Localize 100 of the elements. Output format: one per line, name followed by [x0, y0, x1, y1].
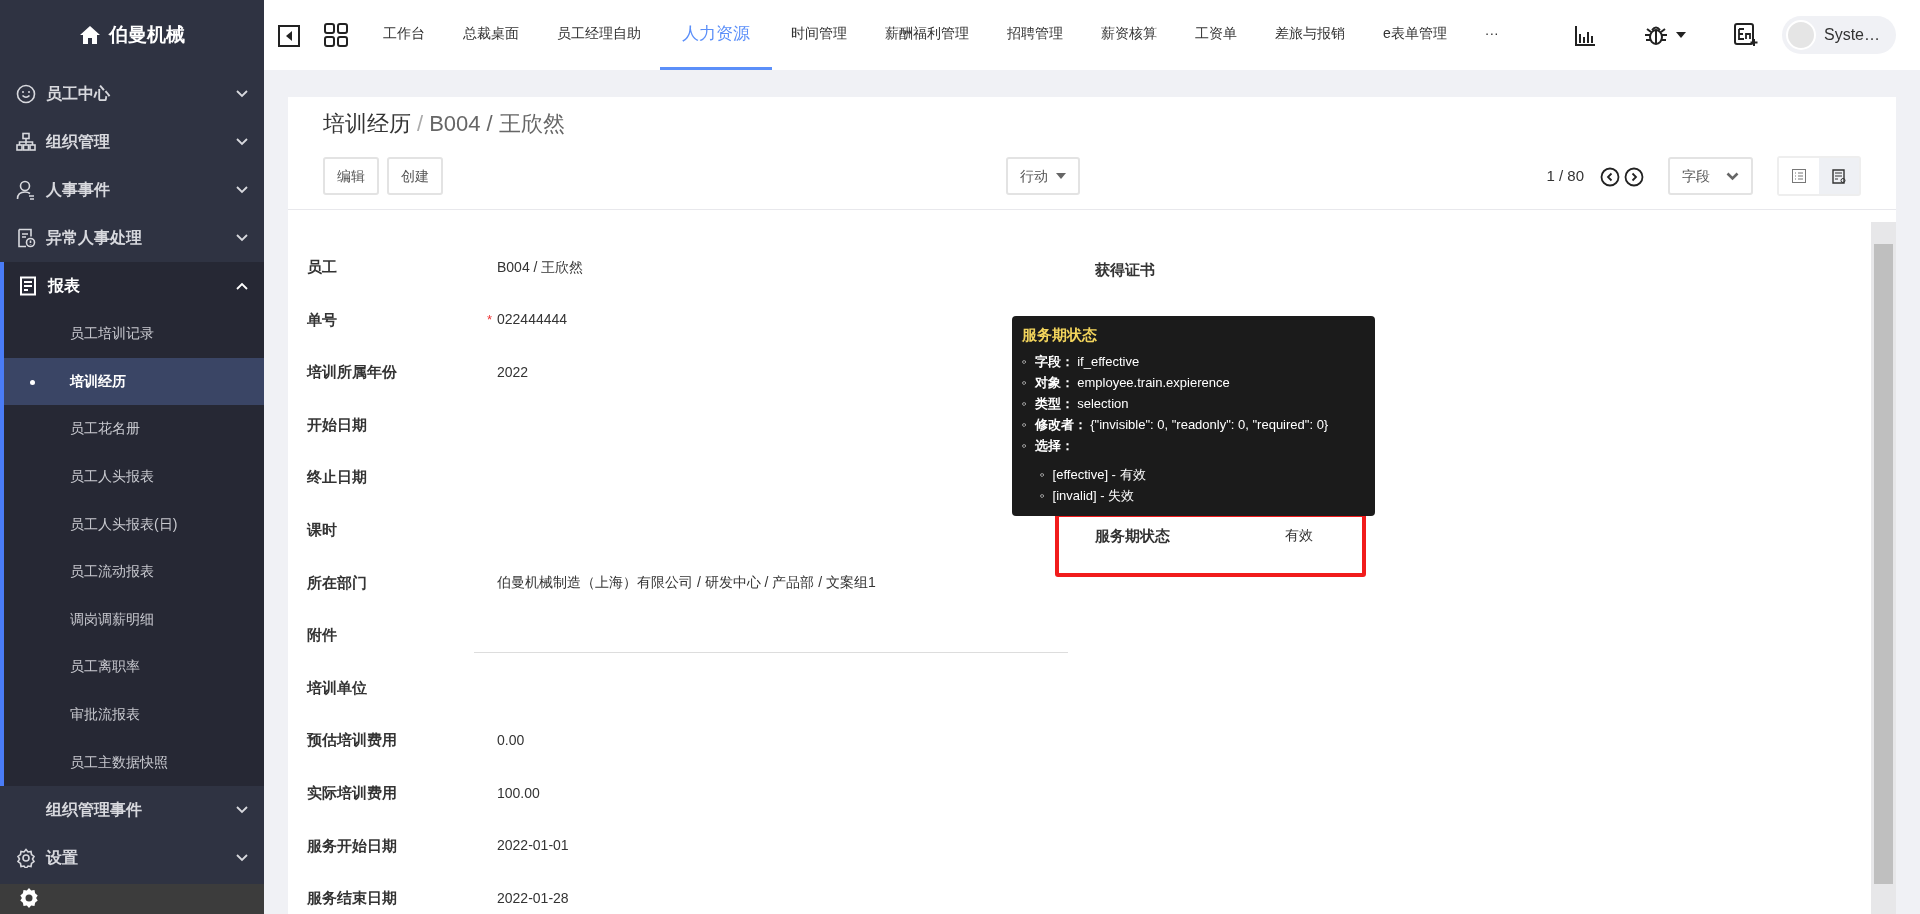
- chevron-up-icon: [236, 282, 248, 290]
- smile-icon: [16, 84, 36, 104]
- nav-tab[interactable]: 工作台: [364, 0, 444, 70]
- sidebar-subitem[interactable]: 员工花名册: [4, 405, 264, 453]
- nav-tab[interactable]: ···: [1465, 0, 1518, 70]
- list-bullet: ◦: [1022, 394, 1027, 413]
- user-menu[interactable]: Syste…: [1782, 16, 1896, 54]
- scrollbar-thumb[interactable]: [1874, 244, 1893, 884]
- language-en-icon: [1734, 23, 1758, 48]
- action-button[interactable]: 创建: [387, 157, 443, 195]
- chevron-down-icon: [236, 234, 248, 242]
- list-bullet: ◦: [1022, 415, 1027, 434]
- tooltip-entry: 对象： employee.train.expierence: [1034, 373, 1230, 392]
- chevron-right-circle-icon: [1624, 166, 1644, 187]
- scrollbar[interactable]: [1871, 222, 1896, 914]
- sidebar-item[interactable]: 报表: [4, 262, 264, 310]
- action-button[interactable]: 编辑: [323, 157, 379, 195]
- field-label: 员工: [307, 257, 338, 278]
- list-icon: [1792, 169, 1806, 183]
- report-chart-button[interactable]: [1574, 23, 1596, 47]
- gear-icon[interactable]: [18, 887, 40, 910]
- caret-down-icon: [1676, 32, 1686, 38]
- sidebar-subitem[interactable]: 员工人头报表: [4, 452, 264, 501]
- chevron-down-icon: [236, 138, 248, 146]
- apps-grid-button[interactable]: [324, 22, 348, 48]
- field-label: 培训所属年份: [307, 362, 398, 383]
- field-value: 022444444: [497, 310, 568, 330]
- sidebar-item[interactable]: 组织管理事件: [0, 785, 264, 834]
- bar-chart-icon: [1574, 24, 1596, 47]
- field-label: 获得证书: [1095, 260, 1156, 280]
- field-value: 2022-01-01: [497, 836, 569, 856]
- sidebar-item[interactable]: 设置: [0, 833, 264, 882]
- sidebar-subitem[interactable]: 调岗调薪明细: [4, 595, 264, 644]
- nav-tab[interactable]: e表单管理: [1364, 0, 1466, 70]
- tooltip-entry: 字段： if_effective: [1034, 352, 1140, 371]
- fields-dropdown[interactable]: 字段: [1668, 157, 1753, 195]
- document-alert-icon: [16, 228, 36, 248]
- chevron-down-icon: [236, 186, 248, 194]
- gear-icon: [16, 847, 36, 868]
- field-label: 终止日期: [307, 467, 368, 488]
- sidebar-item[interactable]: 人事事件: [0, 166, 264, 214]
- sidebar-subitem[interactable]: 员工主数据快照: [4, 738, 264, 786]
- list-bullet: ◦: [1022, 373, 1027, 392]
- sidebar-item[interactable]: 员工中心: [0, 70, 264, 118]
- field-label: 服务结束日期: [307, 888, 398, 909]
- field-label: 开始日期: [307, 414, 368, 435]
- field-label: 附件: [307, 625, 338, 646]
- home-icon: [79, 25, 101, 45]
- field-label: 单号: [307, 309, 338, 330]
- breadcrumb-link[interactable]: 培训经历: [323, 111, 411, 136]
- tooltip-entry: 修改者： {"invisible": 0, "readonly": 0, "required": 0}: [1034, 415, 1329, 434]
- nav-tab[interactable]: 薪酬福利管理: [866, 0, 988, 70]
- tooltip-entry: 选择：: [1034, 436, 1074, 455]
- chevron-down-icon: [236, 90, 248, 98]
- tooltip-option: [effective] - 有效: [1052, 463, 1146, 485]
- nav-tab[interactable]: 工资单: [1176, 0, 1256, 70]
- chevron-down-icon: [236, 853, 248, 862]
- nav-tab[interactable]: 员工经理自助: [538, 0, 660, 70]
- field-value: B004 / 王欣然: [497, 257, 584, 277]
- grid-icon: [324, 23, 348, 48]
- field-label: 培训单位: [307, 677, 368, 698]
- brand-name: 伯曼机械: [109, 22, 185, 47]
- field-label: 预估培训费用: [307, 730, 398, 751]
- language-button[interactable]: [1734, 22, 1758, 48]
- breadcrumb-separator: /: [417, 111, 424, 136]
- caret-down-icon: [1056, 173, 1066, 179]
- user-icon: [16, 180, 36, 200]
- collapse-sidebar-button[interactable]: [278, 23, 300, 47]
- field-label: 服务期状态: [1095, 526, 1171, 546]
- org-chart-icon: [16, 132, 36, 152]
- list-bullet: ◦: [1040, 465, 1045, 484]
- form-view-button[interactable]: [1819, 158, 1859, 194]
- chevron-down-icon: [1726, 171, 1739, 181]
- nav-tab[interactable]: 时间管理: [772, 0, 866, 70]
- tooltip-option: [invalid] - 失效: [1052, 484, 1135, 506]
- sidebar-subitem[interactable]: 审批流报表: [4, 690, 264, 739]
- sidebar-subitem[interactable]: 培训经历: [4, 357, 264, 406]
- field-label: 实际培训费用: [307, 783, 398, 803]
- sidebar-item[interactable]: 异常人事处理: [0, 214, 264, 262]
- sidebar-subitem[interactable]: 员工人头报表(日): [4, 500, 264, 548]
- tooltip-title: 服务期状态: [1022, 325, 1098, 345]
- bullet-icon: [30, 379, 35, 385]
- field-label: 服务开始日期: [307, 835, 398, 856]
- nav-tab[interactable]: 总裁桌面: [444, 0, 538, 70]
- caret-left-icon: [278, 24, 300, 47]
- field-value: 2022-01-28: [497, 888, 569, 908]
- sidebar-subitem[interactable]: 员工流动报表: [4, 547, 264, 596]
- pager-text: 1 / 80: [1546, 165, 1584, 186]
- sidebar-subitem[interactable]: 员工培训记录: [4, 310, 264, 358]
- nav-tab[interactable]: 差旅与报销: [1256, 0, 1364, 70]
- nav-tab[interactable]: 薪资核算: [1082, 0, 1176, 70]
- sidebar-item[interactable]: 组织管理: [0, 118, 264, 166]
- nav-tab[interactable]: 招聘管理: [988, 0, 1082, 70]
- chevron-left-circle-icon: [1600, 166, 1620, 187]
- action-dropdown[interactable]: 行动: [1006, 157, 1080, 195]
- field-value: 0.00: [497, 731, 525, 751]
- breadcrumb-current: B004 / 王欣然: [429, 111, 565, 136]
- sidebar-subitem[interactable]: 员工离职率: [4, 643, 264, 691]
- field-value: 100.00: [497, 783, 540, 803]
- field-label: 所在部门: [307, 572, 368, 593]
